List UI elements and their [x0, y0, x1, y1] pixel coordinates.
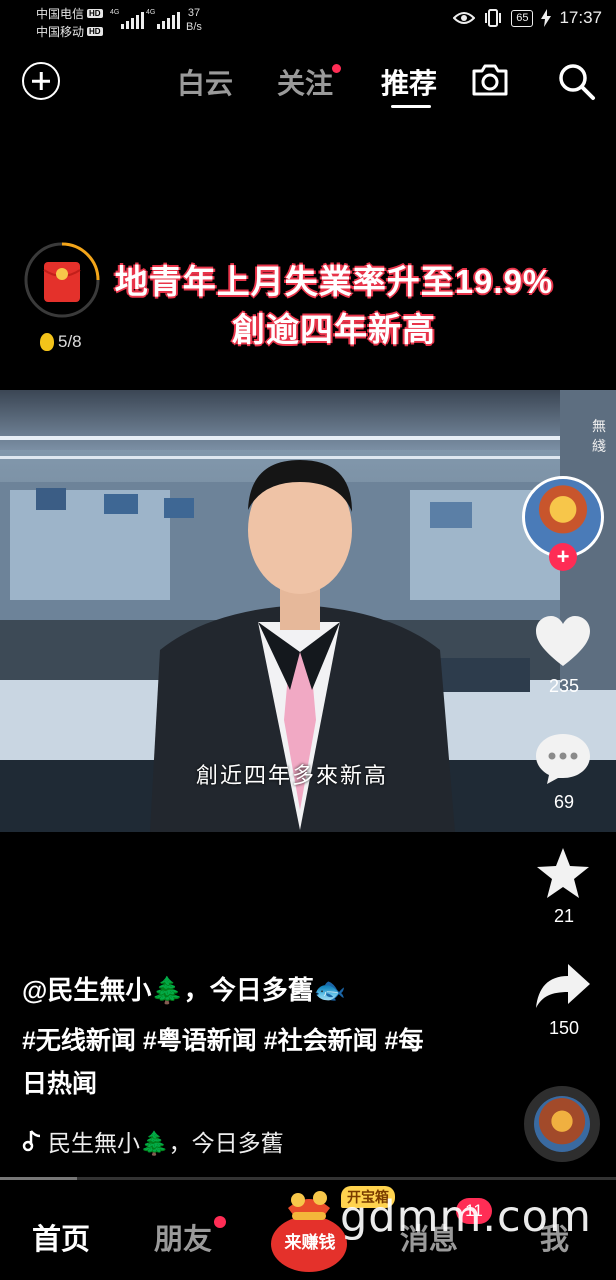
gold-egg-icon	[40, 333, 54, 351]
system-icons: 65 17:37	[453, 8, 602, 28]
follow-button[interactable]: +	[549, 543, 577, 571]
carrier-1-name: 中国电信	[36, 7, 85, 21]
video-headline: 地青年上月失業率升至19.9% 創逾四年新高	[114, 263, 554, 348]
active-tab-indicator	[391, 105, 431, 108]
favorite-count: 21	[553, 906, 575, 926]
music-cover	[534, 1096, 590, 1152]
music-info[interactable]: 民生無小🌲，今日多舊	[22, 1124, 284, 1158]
playback-progress-fill	[0, 1177, 77, 1180]
signal-icon: 4G	[146, 9, 181, 29]
share-count: 150	[548, 1018, 580, 1038]
earn-money-label[interactable]: 来赚钱	[274, 1228, 346, 1253]
add-icon[interactable]	[22, 62, 60, 100]
like-count: 235	[548, 676, 580, 696]
music-disc[interactable]	[524, 1086, 600, 1162]
hd-badge: HD	[87, 9, 103, 18]
author-name[interactable]: @民生無小🌲，今日多舊🐟	[22, 970, 346, 1007]
charging-icon	[541, 9, 552, 27]
clock: 17:37	[559, 8, 602, 27]
top-nav: 白云 关注 推荐	[0, 50, 616, 114]
share-icon[interactable]	[532, 960, 594, 1016]
watermark: gdmm.com	[340, 1192, 592, 1242]
signal-icon: 4G	[110, 9, 145, 29]
channel-logo: 無綫	[592, 418, 606, 454]
carrier-2: 中国移动 HD	[36, 23, 103, 40]
tab-baiyun[interactable]: 白云	[177, 62, 233, 102]
status-bar: 中国电信 HD 中国移动 HD 4G 4G 37 B/s 65 17:37	[0, 0, 616, 42]
hashtags[interactable]: #无线新闻 #粤语新闻 #社会新闻 #每日热闻	[22, 1020, 442, 1106]
tab-recommended[interactable]: 推荐	[381, 62, 437, 102]
camera-icon[interactable]	[470, 63, 510, 97]
carrier-2-name: 中国移动	[36, 25, 85, 39]
music-title: 民生無小🌲，今日多舊	[48, 1130, 284, 1156]
playback-progress[interactable]	[0, 1177, 616, 1180]
vibrate-icon	[485, 9, 502, 27]
hd-badge: HD	[87, 27, 103, 36]
video-subtitle: 創近四年多來新高	[196, 763, 389, 788]
coin-progress: 5/8	[40, 332, 82, 352]
eye-icon	[453, 12, 476, 24]
battery-icon: 65	[511, 9, 534, 27]
carrier-1: 中国电信 HD	[36, 5, 103, 22]
nav-friends[interactable]: 朋友	[154, 1216, 227, 1258]
notification-dot	[332, 64, 342, 73]
notification-dot	[214, 1216, 227, 1228]
star-icon[interactable]	[532, 846, 594, 902]
net-speed: 37 B/s	[186, 7, 202, 33]
heart-icon[interactable]	[532, 614, 594, 670]
search-icon[interactable]	[556, 61, 596, 101]
comment-icon[interactable]	[532, 730, 594, 786]
music-note-icon	[22, 1130, 41, 1152]
nav-home[interactable]: 首页	[32, 1216, 90, 1258]
tab-following[interactable]: 关注	[277, 62, 342, 102]
comment-count: 69	[553, 792, 575, 812]
